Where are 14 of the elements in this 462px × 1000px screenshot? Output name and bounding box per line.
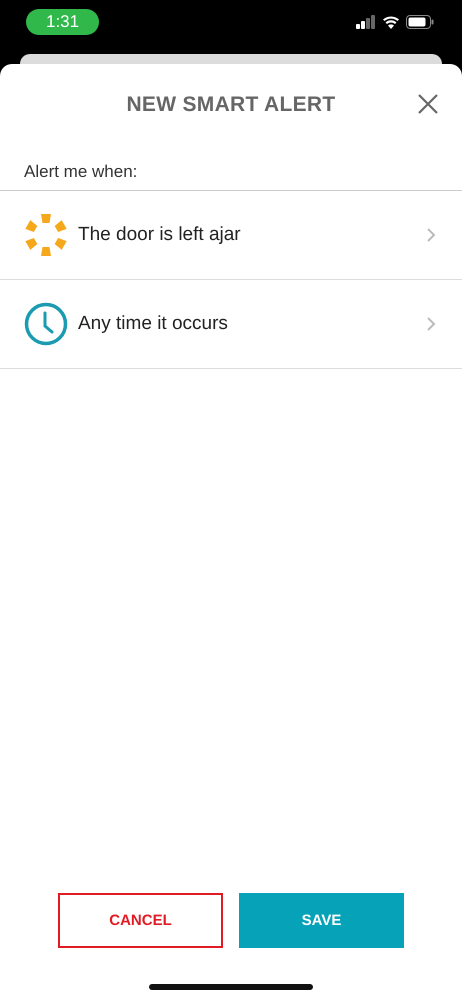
signal-icon [356,15,376,29]
sunburst-icon [24,213,68,257]
prompt-label: Alert me when: [23,161,138,183]
wifi-icon [382,15,400,29]
dialog-title: NEW SMART ALERT [126,93,336,117]
condition-row[interactable]: The door is left ajar [0,191,462,280]
battery-icon [406,15,434,29]
chevron-icon [426,316,436,332]
chevron-icon [426,227,436,243]
clock-icon [24,302,68,346]
status-time: 1:31 [26,9,100,35]
cancel-button[interactable]: CANCEL [58,893,223,948]
close-icon[interactable] [418,94,438,114]
condition-row[interactable]: Any time it occurs [0,280,462,369]
